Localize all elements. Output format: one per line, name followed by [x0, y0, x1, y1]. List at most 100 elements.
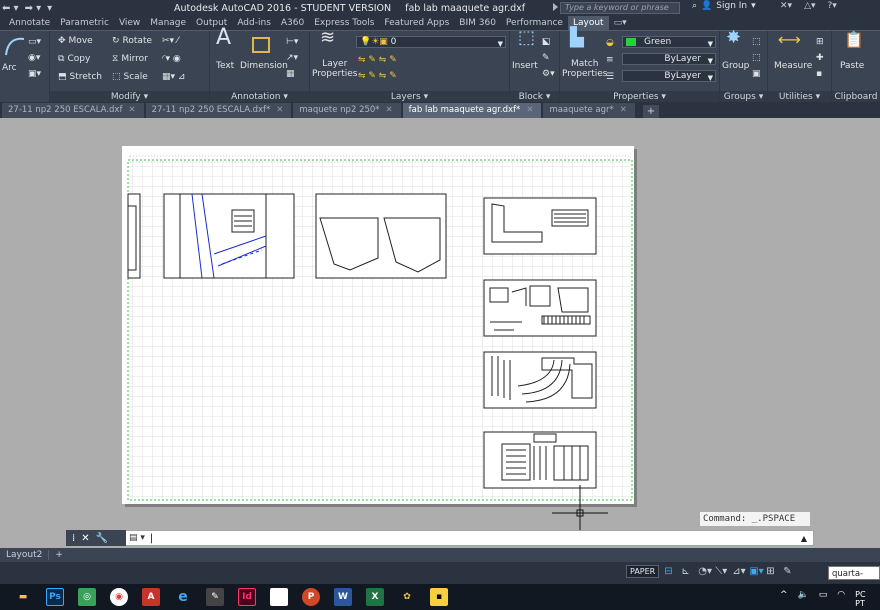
wifi-icon[interactable]: ◠ [837, 590, 845, 608]
leader-icon[interactable]: ↗▾ [286, 53, 298, 63]
file-explorer-icon[interactable]: ▬ [14, 588, 32, 606]
osnap-icon[interactable]: ⟍▾ [715, 566, 727, 578]
group-edit-icon[interactable]: ⬚ [752, 53, 761, 63]
ortho-icon[interactable]: ⊾ [681, 566, 693, 578]
new-tab-button[interactable]: + [642, 105, 659, 118]
powerpoint-icon[interactable]: P [302, 588, 320, 606]
search-expand-icon[interactable] [553, 3, 558, 11]
close-icon[interactable]: ✕ [386, 103, 393, 118]
command-line-handle[interactable]: ⁞ ✕ 🔧 [66, 530, 126, 546]
insert-icon[interactable]: ⬚ [518, 29, 535, 47]
battery-icon[interactable]: ▭ [819, 590, 828, 608]
match-properties-button[interactable]: Match Properties [562, 59, 607, 79]
tab-annotate[interactable]: Annotate [4, 16, 55, 30]
sign-in-label[interactable]: Sign In [716, 1, 747, 11]
document-tab[interactable]: 27-11 np2 250 ESCALA.dxf* ✕ [145, 103, 292, 118]
mirror-button[interactable]: ⧖ Mirror [112, 54, 148, 64]
document-tab[interactable]: maquete np2 250* ✕ [293, 103, 401, 118]
layer-dropdown[interactable]: 💡☀▣ 0 ▼ [356, 36, 506, 48]
redo-icon[interactable]: ➡ ▾ [25, 3, 42, 14]
polyline-icon[interactable]: ▭▾ [28, 37, 41, 47]
command-prompt-icon[interactable]: ▤ ▾ [129, 533, 145, 543]
chrome-icon[interactable]: ◉ [110, 588, 128, 606]
layer-properties-button[interactable]: Layer Properties [312, 59, 357, 79]
text-icon[interactable]: A [216, 27, 231, 49]
ungroup-icon[interactable]: ⬚ [752, 37, 761, 47]
create-block-icon[interactable]: ⬕ [542, 37, 551, 47]
move-button[interactable]: ✥ Move [58, 36, 93, 46]
lineweight-toggle-icon[interactable]: ⊿▾ [732, 566, 745, 578]
tab-bim-360[interactable]: BIM 360 [454, 16, 501, 30]
layout-sheet[interactable] [122, 146, 634, 504]
grip-icon[interactable]: ⁞ [72, 533, 75, 544]
linear-icon[interactable]: ⊢▾ [286, 37, 298, 47]
customization-icon[interactable]: ✎ [783, 566, 795, 578]
dimension-button[interactable]: Dimension [240, 61, 288, 71]
measure-icon[interactable]: ⟷ [778, 32, 801, 48]
circle-icon[interactable]: ◉▾ [28, 53, 40, 63]
layer-tools-row-2[interactable]: ⇋ ✎ ⇋ ✎ [358, 71, 397, 81]
edit-block-icon[interactable]: ✎ [542, 53, 550, 63]
lineweight-dropdown[interactable]: ByLayer ▼ [622, 70, 716, 82]
notepad-icon[interactable] [270, 588, 288, 606]
group-icon[interactable]: ✸ [726, 29, 741, 47]
scanner-icon[interactable]: ◎ [78, 588, 96, 606]
close-icon[interactable]: ✕ [128, 103, 135, 118]
indesign-icon[interactable]: Id [238, 588, 256, 606]
linetype-dropdown[interactable]: ByLayer ▼ [622, 53, 716, 65]
color-dropdown[interactable]: Green ▼ [622, 36, 716, 48]
sticky-notes-icon[interactable]: ▪ [430, 588, 448, 606]
edge-icon[interactable]: e [174, 588, 192, 606]
fillet-icon[interactable]: ◜▾ ◉ [162, 54, 181, 64]
layout-tab-layout2[interactable]: Layout2 [0, 550, 48, 560]
viewport-6[interactable] [483, 351, 597, 409]
undo-icon[interactable]: ⬅ ▾ [2, 3, 19, 14]
block-attr-icon[interactable]: ⚙▾ [542, 69, 555, 79]
photoshop-icon[interactable]: Ps [46, 588, 64, 606]
viewport-1[interactable] [127, 193, 141, 279]
annotation-monitor-icon[interactable]: ⊞ [766, 566, 778, 578]
viewport-5[interactable] [483, 279, 597, 337]
snap-icon[interactable]: ⊟ [664, 566, 676, 578]
viewport-2[interactable] [163, 193, 295, 279]
document-tab[interactable]: fab lab maaquete agr.dxf* ✕ [402, 103, 542, 118]
warning-icon[interactable]: △▾ [804, 1, 815, 11]
volume-icon[interactable]: 🔈 [798, 590, 809, 608]
tab-view[interactable]: View [114, 16, 145, 30]
paint-3d-icon[interactable]: ✿ [398, 588, 416, 606]
viewport-7[interactable] [483, 431, 597, 489]
insert-button[interactable]: Insert [512, 61, 538, 71]
rectangle-icon[interactable]: ▣▾ [28, 69, 41, 79]
autocad-icon[interactable]: A [142, 588, 160, 606]
trim-icon[interactable]: ✂▾ ⁄ [162, 36, 178, 46]
tab-a360[interactable]: A360 [276, 16, 309, 30]
arc-button[interactable]: Arc [2, 63, 17, 73]
copy-button[interactable]: ⧉ Copy [58, 54, 90, 64]
tab-featured-apps[interactable]: Featured Apps [379, 16, 454, 30]
quick-access-menu-icon[interactable]: ▾ [47, 3, 52, 14]
chevron-down-icon[interactable]: ▾ [751, 1, 756, 11]
viewport-4[interactable] [483, 197, 597, 255]
measure-button[interactable]: Measure [774, 61, 812, 71]
paste-button[interactable]: Paste [840, 61, 864, 71]
selection-cycling-icon[interactable]: ▣▾ [749, 566, 763, 578]
exchange-apps-icon[interactable]: ✕▾ [780, 1, 792, 11]
paste-icon[interactable]: 📋 [844, 32, 864, 48]
table-icon[interactable]: ▦ [286, 69, 295, 79]
tab-manage[interactable]: Manage [145, 16, 191, 30]
dimension-icon[interactable] [250, 35, 272, 55]
text-button[interactable]: Text [216, 61, 234, 71]
excel-icon[interactable]: X [366, 588, 384, 606]
search-input[interactable]: Type a keyword or phrase [560, 2, 680, 14]
command-line[interactable]: ▤ ▾ | ▲ [66, 530, 814, 546]
rotate-button[interactable]: ↻ Rotate [112, 36, 152, 46]
array-icon[interactable]: ▦▾ ⊿ [162, 72, 185, 82]
command-history-toggle-icon[interactable]: ▲ [801, 534, 807, 543]
quick-calc-icon[interactable]: ⊞ [816, 37, 824, 47]
point-icon[interactable]: ✚ [816, 53, 824, 63]
paper-space-toggle[interactable]: PAPER [626, 565, 660, 578]
customize-icon[interactable]: 🔧 [96, 533, 108, 544]
inkscape-icon[interactable]: ✎ [206, 588, 224, 606]
close-icon[interactable]: ✕ [620, 103, 627, 118]
tab-add-ins[interactable]: Add-ins [232, 16, 276, 30]
